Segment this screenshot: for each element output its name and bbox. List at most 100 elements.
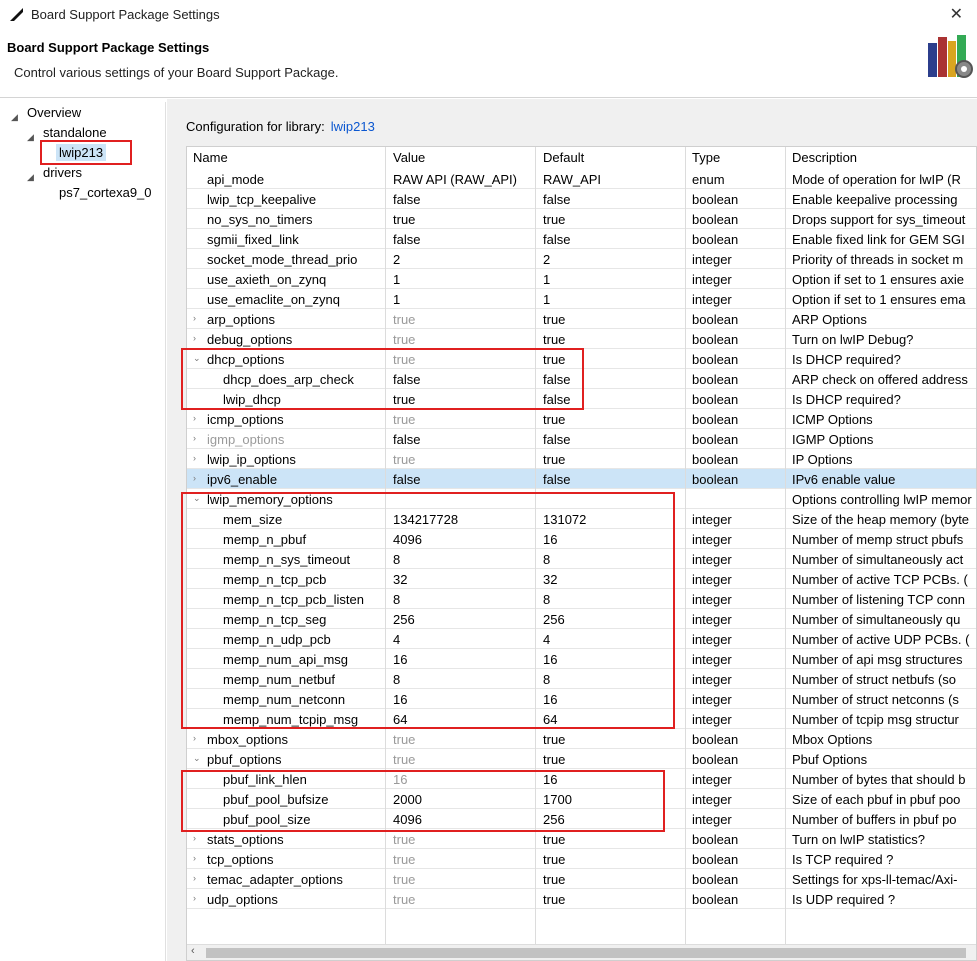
row-value-cell[interactable]: 8 (393, 552, 400, 567)
row-value-cell[interactable]: 8 (393, 672, 400, 687)
table-row[interactable]: memp_n_tcp_seg 256 256 integer Number of sim… (187, 609, 976, 629)
table-row[interactable]: socket_mode_thread_prio 2 2 integer Priority… (187, 249, 976, 269)
row-value-cell[interactable]: true (393, 212, 415, 227)
chevron-right-icon[interactable]: › (193, 873, 196, 883)
row-value-cell[interactable]: true (393, 732, 415, 747)
row-value-cell[interactable]: true (393, 352, 415, 367)
row-value-cell[interactable]: 4 (393, 632, 400, 647)
chevron-right-icon[interactable]: › (193, 733, 196, 743)
col-value-header[interactable]: Value (393, 150, 425, 165)
table-row[interactable]: memp_num_tcpip_msg 64 64 integer Number of t… (187, 709, 976, 729)
chevron-right-icon[interactable]: › (193, 893, 196, 903)
row-value-cell[interactable]: false (393, 432, 420, 447)
chevron-down-icon[interactable]: ◢ (27, 132, 34, 143)
table-row[interactable]: lwip_dhcp true false boolean Is DHCP require… (187, 389, 976, 409)
row-value-cell[interactable]: 16 (393, 652, 407, 667)
tree-item-overview[interactable]: Overview (27, 105, 81, 120)
tree-item-drivers[interactable]: drivers (43, 165, 82, 180)
close-icon[interactable]: ✕ (950, 4, 963, 24)
table-row[interactable]: ⌄ lwip_memory_options Options controlling … (187, 489, 976, 509)
table-row[interactable]: dhcp_does_arp_check false false boolean ARP … (187, 369, 976, 389)
table-row[interactable]: ⌄ pbuf_options true true boolean Pbuf Options (187, 749, 976, 769)
row-value-cell[interactable]: 64 (393, 712, 407, 727)
table-row[interactable]: ⌄ dhcp_options true true boolean Is DHCP requ… (187, 349, 976, 369)
table-row[interactable]: › temac_adapter_options true true boolean Set… (187, 869, 976, 889)
row-value-cell[interactable]: 1 (393, 272, 400, 287)
col-type-header[interactable]: Type (692, 150, 720, 165)
table-row[interactable]: memp_n_pbuf 4096 16 integer Number of memp s… (187, 529, 976, 549)
col-description-header[interactable]: Description (792, 150, 857, 165)
table-row[interactable]: memp_n_udp_pcb 4 4 integer Number of active … (187, 629, 976, 649)
chevron-right-icon[interactable]: › (193, 833, 196, 843)
row-value-cell[interactable]: 2000 (393, 792, 422, 807)
table-row[interactable]: lwip_tcp_keepalive false false boolean Enabl… (187, 189, 976, 209)
chevron-right-icon[interactable]: › (193, 433, 196, 443)
row-value-cell[interactable]: 32 (393, 572, 407, 587)
row-value-cell[interactable]: true (393, 332, 415, 347)
table-row[interactable]: use_axieth_on_zynq 1 1 integer Option if set… (187, 269, 976, 289)
table-row[interactable]: › lwip_ip_options true true boolean IP Option… (187, 449, 976, 469)
row-value-cell[interactable]: RAW API (RAW_API) (393, 172, 517, 187)
table-row[interactable]: › tcp_options true true boolean Is TCP requir… (187, 849, 976, 869)
table-row[interactable]: › mbox_options true true boolean Mbox Options (187, 729, 976, 749)
scrollbar-thumb[interactable] (206, 948, 966, 958)
table-row[interactable]: memp_num_netbuf 8 8 integer Number of struct… (187, 669, 976, 689)
table-row[interactable]: › igmp_options false false boolean IGMP Optio… (187, 429, 976, 449)
row-value-cell[interactable]: true (393, 892, 415, 907)
scroll-left-icon[interactable]: ‹ (191, 945, 195, 957)
table-row[interactable]: memp_n_tcp_pcb 32 32 integer Number of activ… (187, 569, 976, 589)
table-row[interactable]: use_emaclite_on_zynq 1 1 integer Option if s… (187, 289, 976, 309)
table-row[interactable]: › icmp_options true true boolean ICMP Options (187, 409, 976, 429)
chevron-right-icon[interactable]: › (193, 453, 196, 463)
row-value-cell[interactable]: 16 (393, 772, 407, 787)
table-row[interactable]: memp_n_sys_timeout 8 8 integer Number of sim… (187, 549, 976, 569)
row-value-cell[interactable]: false (393, 232, 420, 247)
horizontal-scrollbar[interactable]: ‹ (187, 944, 976, 960)
chevron-right-icon[interactable]: › (193, 853, 196, 863)
row-value-cell[interactable]: true (393, 832, 415, 847)
chevron-right-icon[interactable]: › (193, 473, 196, 483)
row-value-cell[interactable]: true (393, 872, 415, 887)
row-value-cell[interactable]: true (393, 452, 415, 467)
table-row[interactable]: pbuf_link_hlen 16 16 integer Number of bytes… (187, 769, 976, 789)
row-value-cell[interactable]: 4096 (393, 532, 422, 547)
row-value-cell[interactable]: false (393, 192, 420, 207)
tree-item-ps7-cortexa9[interactable]: ps7_cortexa9_0 (59, 185, 152, 200)
chevron-down-icon[interactable]: ⌄ (193, 753, 201, 764)
chevron-down-icon[interactable]: ◢ (27, 172, 34, 183)
chevron-right-icon[interactable]: › (193, 313, 196, 323)
row-value-cell[interactable]: true (393, 752, 415, 767)
col-default-header[interactable]: Default (543, 150, 584, 165)
table-row[interactable]: › stats_options true true boolean Turn on lwI… (187, 829, 976, 849)
tree-item-standalone[interactable]: standalone (43, 125, 107, 140)
library-link[interactable]: lwip213 (331, 119, 375, 134)
table-row[interactable]: › arp_options true true boolean ARP Options (187, 309, 976, 329)
table-row[interactable]: › debug_options true true boolean Turn on lwI… (187, 329, 976, 349)
table-row[interactable]: pbuf_pool_size 4096 256 integer Number of bu… (187, 809, 976, 829)
table-row[interactable]: memp_n_tcp_pcb_listen 8 8 integer Number of … (187, 589, 976, 609)
row-value-cell[interactable]: true (393, 392, 415, 407)
col-name-header[interactable]: Name (193, 150, 228, 165)
table-row[interactable]: › udp_options true true boolean Is UDP requir… (187, 889, 976, 909)
table-row[interactable]: pbuf_pool_bufsize 2000 1700 integer Size of … (187, 789, 976, 809)
chevron-down-icon[interactable]: ⌄ (193, 493, 201, 504)
table-row[interactable]: mem_size 134217728 131072 integer Size of th… (187, 509, 976, 529)
row-value-cell[interactable]: 1 (393, 292, 400, 307)
table-row[interactable]: › ipv6_enable false false boolean IPv6 enable… (187, 469, 976, 489)
row-value-cell[interactable]: 256 (393, 612, 415, 627)
row-value-cell[interactable]: true (393, 852, 415, 867)
table-row[interactable]: memp_num_netconn 16 16 integer Number of str… (187, 689, 976, 709)
row-value-cell[interactable]: true (393, 312, 415, 327)
chevron-right-icon[interactable]: › (193, 333, 196, 343)
row-value-cell[interactable]: false (393, 472, 420, 487)
chevron-right-icon[interactable]: › (193, 413, 196, 423)
tree-item-lwip213[interactable]: lwip213 (56, 144, 107, 161)
row-value-cell[interactable]: 134217728 (393, 512, 458, 527)
row-value-cell[interactable]: true (393, 412, 415, 427)
table-row[interactable]: memp_num_api_msg 16 16 integer Number of api… (187, 649, 976, 669)
table-row[interactable]: no_sys_no_timers true true boolean Drops sup… (187, 209, 976, 229)
row-value-cell[interactable]: 4096 (393, 812, 422, 827)
table-row[interactable]: sgmii_fixed_link false false boolean Enable … (187, 229, 976, 249)
row-value-cell[interactable]: 8 (393, 592, 400, 607)
table-row[interactable]: api_mode RAW API (RAW_API) RAW_API enum Mode… (187, 169, 976, 189)
